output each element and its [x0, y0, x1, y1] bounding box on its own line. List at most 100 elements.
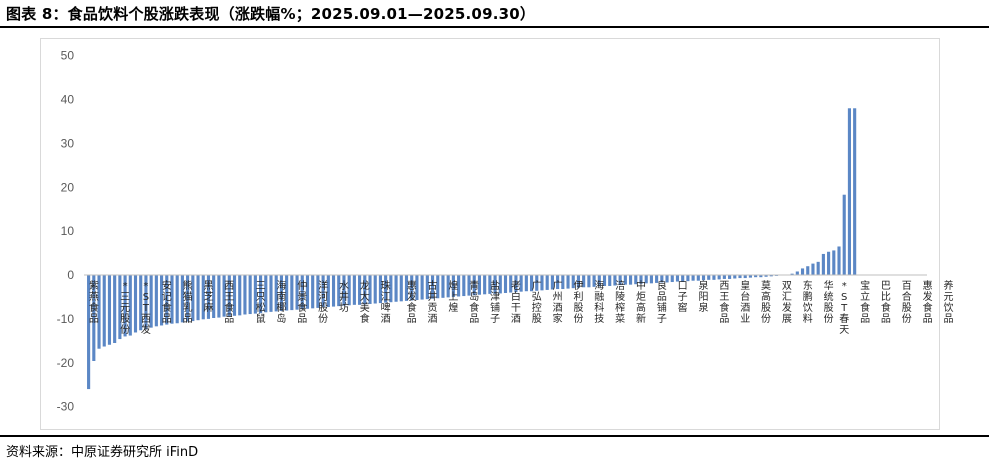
x-category-label: 黑芝麻	[203, 280, 213, 314]
x-category-label: 广州酒家	[553, 280, 563, 325]
bar	[701, 275, 706, 281]
bar	[133, 275, 138, 333]
x-category-label: 西王食品	[224, 281, 234, 325]
x-category-label: 宝立食品	[860, 279, 870, 325]
bar	[441, 275, 445, 298]
bar	[733, 275, 737, 279]
x-category-label: 三只松鼠	[256, 281, 266, 325]
bar	[269, 275, 273, 312]
bar	[827, 251, 831, 275]
bar	[545, 275, 549, 290]
x-category-label: 皇台酒业	[740, 279, 750, 325]
x-category-label: 良品铺子	[657, 279, 667, 325]
bar	[107, 275, 112, 345]
x-category-label: 龙大美食	[360, 279, 370, 325]
bar	[717, 275, 721, 280]
x-category-label: 古井贡酒	[428, 279, 438, 325]
bar	[707, 275, 711, 280]
bar	[712, 275, 716, 280]
bar	[352, 275, 356, 305]
bar	[806, 266, 810, 276]
y-tick-label: -30	[57, 400, 75, 414]
bar	[243, 275, 247, 315]
bar	[853, 108, 857, 275]
bar	[670, 275, 674, 283]
y-tick-label: -10	[57, 312, 75, 326]
y-tick-label: -20	[57, 356, 75, 370]
x-category-label: 煌上煌	[448, 279, 458, 314]
bar	[399, 275, 403, 302]
x-category-label: 百合股份	[902, 280, 912, 325]
x-category-label: 涪陵榨菜	[615, 279, 625, 325]
x-category-label: 伊利股份	[573, 280, 583, 325]
bottom-rule	[0, 435, 989, 437]
bar	[649, 275, 653, 284]
bar	[113, 275, 117, 344]
x-category-label: 海融科技	[594, 279, 604, 325]
x-category-label: 紫燕食品	[89, 280, 99, 325]
x-category-label: 青岛食品	[469, 279, 479, 325]
bar	[238, 275, 242, 316]
bar	[196, 275, 200, 321]
bar	[373, 275, 377, 304]
bar	[847, 108, 851, 275]
bar	[311, 275, 315, 309]
bar	[608, 275, 612, 286]
bar	[728, 275, 732, 279]
bar	[217, 275, 221, 318]
x-category-label: 安记食品	[162, 279, 172, 325]
bar	[821, 253, 825, 275]
bar	[587, 275, 591, 288]
y-tick-label: 10	[61, 224, 75, 238]
x-category-label: 口子窖	[678, 281, 688, 314]
stock-change-bar-chart: 50 40 30 20 10 0 -10 -20 -30 紫燕食品 *三元股份 * S T 西发 安记食品 熊猫…	[57, 49, 954, 414]
y-tick-label: 0	[67, 268, 74, 282]
y-tick-label: 20	[61, 180, 75, 194]
bar	[290, 275, 294, 311]
x-category-label: 泉阳泉	[699, 279, 709, 314]
bar	[462, 275, 466, 297]
x-category-label: 水井坊	[339, 280, 349, 314]
bar	[722, 275, 726, 279]
bar	[795, 271, 799, 275]
x-category-label: 双汇发展	[782, 280, 792, 325]
x-category-label: 中炬高新	[636, 279, 646, 325]
x-category-label: * S T 西发	[141, 281, 151, 336]
bar	[331, 275, 336, 307]
bar	[394, 275, 398, 302]
bar	[696, 275, 700, 281]
bar	[629, 275, 633, 285]
bar	[503, 275, 508, 293]
x-category-label: 西王食品	[719, 281, 729, 325]
bar	[816, 261, 820, 275]
bar	[524, 275, 528, 292]
bar	[566, 275, 570, 289]
x-category-label: 广弘控股	[532, 280, 542, 325]
source-note: 资料来源：中原证券研究所 iFinD	[6, 445, 199, 460]
bar	[102, 275, 106, 347]
y-tick-label: 30	[61, 136, 75, 150]
bar	[420, 275, 424, 300]
bar	[691, 275, 695, 281]
x-category-label: 惠发食品	[407, 279, 417, 325]
bar	[837, 246, 841, 275]
bar	[483, 275, 487, 295]
x-category-label: * S T 春天	[839, 281, 849, 336]
x-category-label: 东鹏饮料	[803, 279, 813, 325]
bar	[175, 275, 179, 324]
x-category-label: *三元股份	[120, 281, 130, 336]
x-category-label: 巴比食品	[881, 280, 891, 325]
bar	[832, 250, 836, 275]
bar	[842, 194, 846, 275]
y-tick-label: 40	[61, 93, 75, 107]
bar	[248, 275, 252, 315]
x-category-label: 海南椰岛	[276, 279, 286, 325]
x-category-label: 养元饮品	[943, 279, 953, 325]
bar	[800, 268, 805, 275]
x-category-label: 熊猫乳品	[183, 279, 193, 325]
x-category-label: 老白干酒	[511, 279, 521, 325]
bar	[811, 263, 815, 275]
bar	[154, 275, 158, 327]
x-category-label: 华统股份	[824, 279, 834, 325]
x-category-label: 洋河股份	[318, 279, 328, 325]
